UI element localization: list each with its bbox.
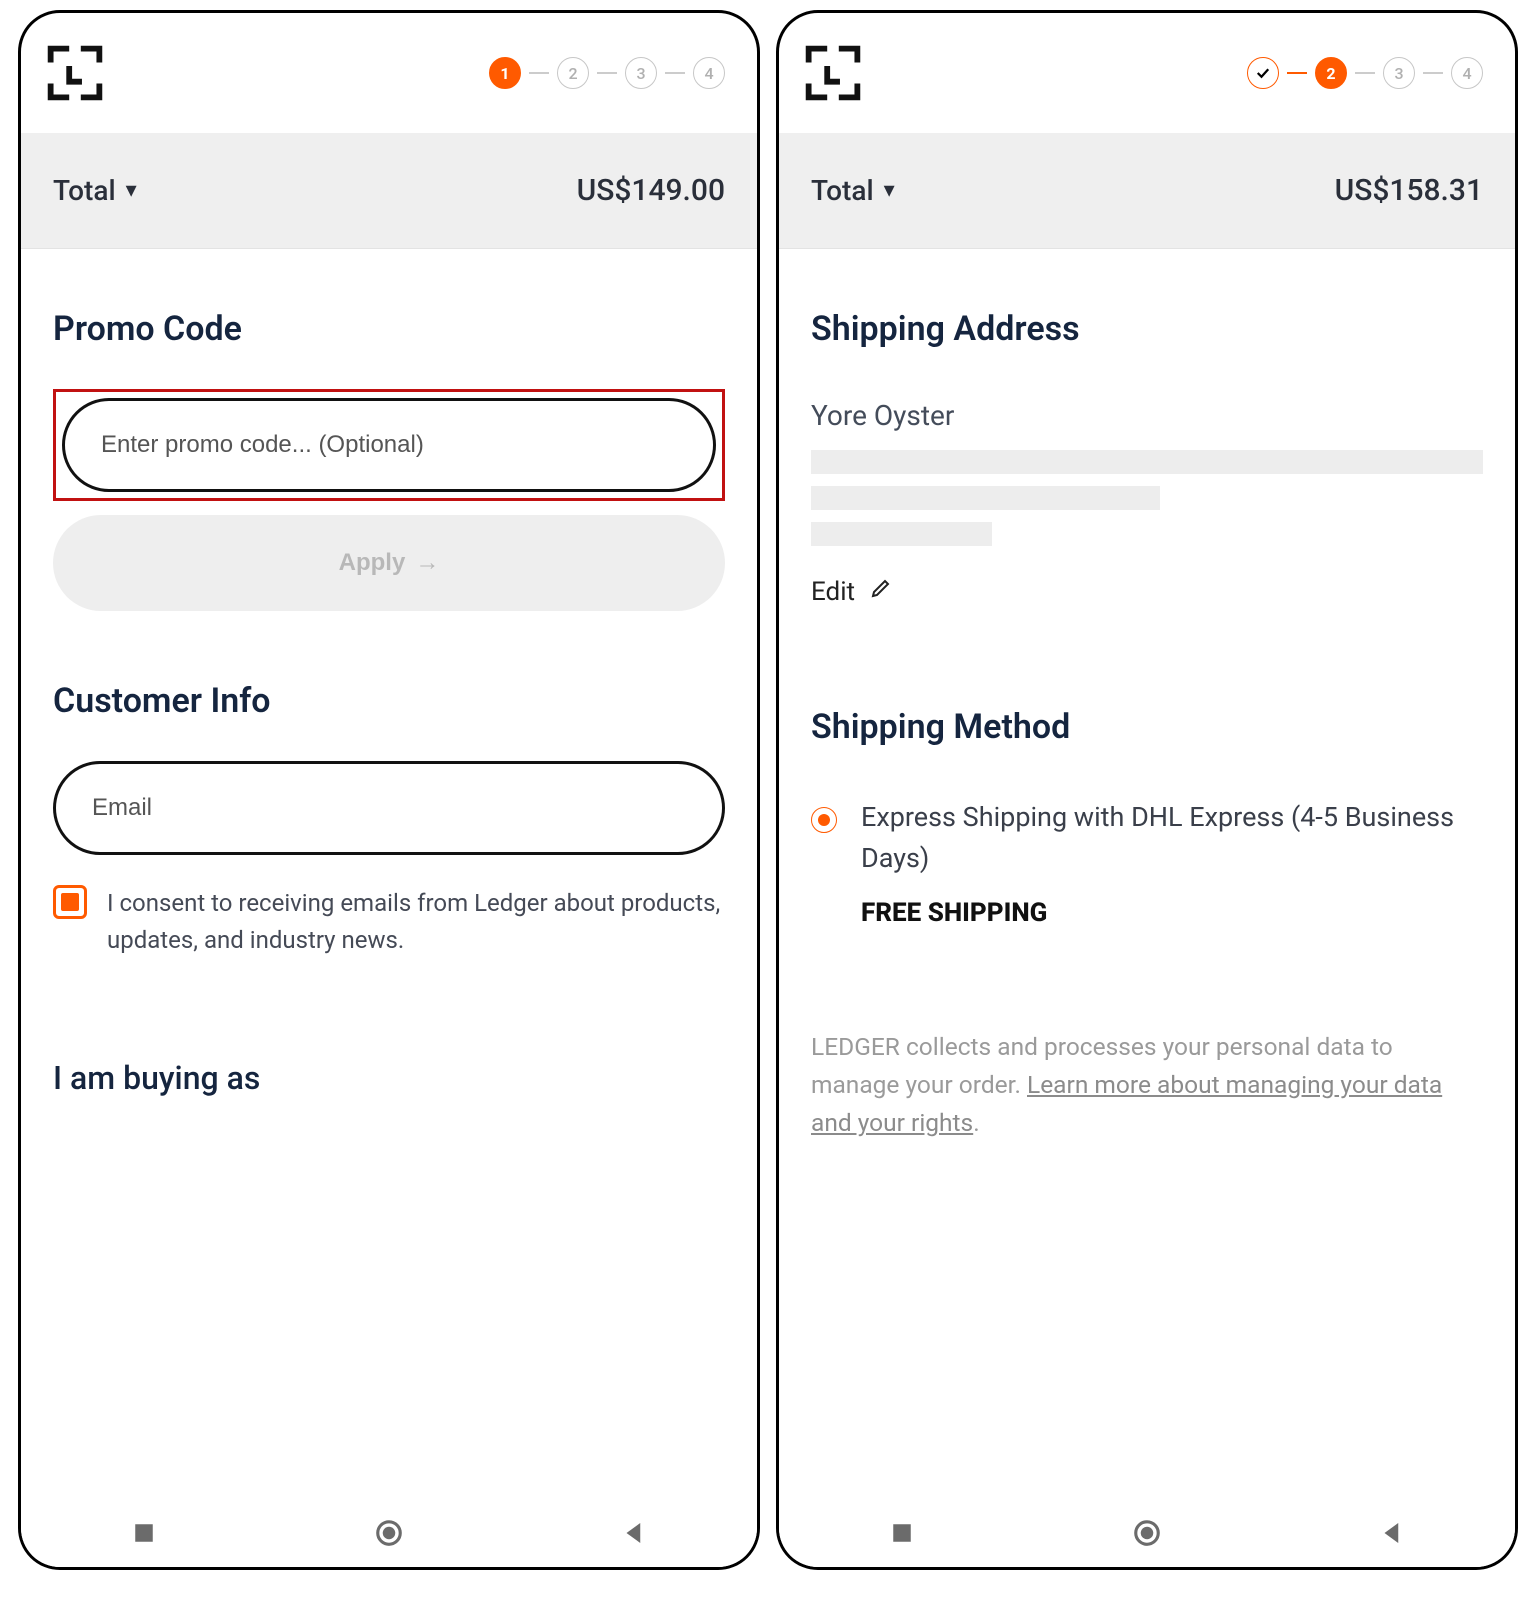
apply-label: Apply [339, 549, 406, 577]
shipping-method-label: Express Shipping with DHL Express (4-5 B… [861, 797, 1483, 878]
edit-label: Edit [811, 577, 855, 607]
pencil-icon [869, 576, 893, 607]
nav-back-icon[interactable] [1377, 1518, 1407, 1548]
chevron-down-icon: ▾ [884, 178, 895, 203]
ledger-logo-icon [803, 43, 863, 103]
ledger-logo-icon [45, 43, 105, 103]
header: 1 2 3 4 [21, 13, 757, 133]
step-sep [1287, 72, 1307, 74]
step-3[interactable]: 3 [625, 57, 657, 89]
header: 2 3 4 [779, 13, 1515, 133]
shipping-name: Yore Oyster [811, 399, 1483, 432]
nav-back-icon[interactable] [619, 1518, 649, 1548]
step-sep [1423, 72, 1443, 74]
screen-step2: 2 3 4 Total ▾ US$158.31 Shipping Address… [776, 10, 1518, 1570]
total-label: Total [811, 174, 874, 207]
consent-checkbox[interactable] [53, 885, 87, 919]
total-label: Total [53, 174, 116, 207]
progress-stepper: 2 3 4 [1247, 57, 1483, 89]
edit-address-button[interactable]: Edit [811, 576, 1483, 607]
promo-highlight [53, 389, 725, 501]
free-shipping-label: FREE SHIPPING [861, 898, 1483, 928]
step-4[interactable]: 4 [1451, 57, 1483, 89]
apply-button[interactable]: Apply → [53, 515, 725, 611]
nav-home-icon[interactable] [1132, 1518, 1162, 1548]
step-sep [529, 72, 549, 74]
arrow-right-icon: → [415, 549, 439, 577]
total-value: US$158.31 [1335, 173, 1483, 208]
customer-info-title: Customer Info [53, 681, 725, 721]
screen-step1: 1 2 3 4 Total ▾ US$149.00 Promo Code App [18, 10, 760, 1570]
promo-input[interactable] [62, 398, 716, 492]
android-navbar [21, 1499, 757, 1567]
chevron-down-icon: ▾ [126, 178, 137, 203]
step-sep [1355, 72, 1375, 74]
step-2[interactable]: 2 [557, 57, 589, 89]
step-3[interactable]: 3 [1383, 57, 1415, 89]
nav-recents-icon[interactable] [887, 1518, 917, 1548]
address-line-3 [811, 522, 992, 546]
step-4[interactable]: 4 [693, 57, 725, 89]
step-1[interactable]: 1 [489, 57, 521, 89]
step-1-done[interactable] [1247, 57, 1279, 89]
total-bar[interactable]: Total ▾ US$149.00 [21, 133, 757, 249]
shipping-method-radio[interactable] [811, 807, 837, 833]
step-sep [665, 72, 685, 74]
shipping-method-title: Shipping Method [811, 707, 1483, 747]
promo-title: Promo Code [53, 309, 725, 349]
step-2[interactable]: 2 [1315, 57, 1347, 89]
buying-as-title: I am buying as [53, 1059, 725, 1097]
address-line-2 [811, 486, 1160, 510]
address-line-1 [811, 450, 1483, 474]
total-value: US$149.00 [577, 173, 725, 208]
privacy-disclaimer: LEDGER collects and processes your perso… [811, 1028, 1483, 1142]
consent-label: I consent to receiving emails from Ledge… [107, 885, 725, 959]
step-sep [597, 72, 617, 74]
shipping-address-title: Shipping Address [811, 309, 1483, 349]
nav-recents-icon[interactable] [129, 1518, 159, 1548]
android-navbar [779, 1499, 1515, 1567]
total-bar[interactable]: Total ▾ US$158.31 [779, 133, 1515, 249]
progress-stepper: 1 2 3 4 [489, 57, 725, 89]
email-field[interactable] [53, 761, 725, 855]
nav-home-icon[interactable] [374, 1518, 404, 1548]
